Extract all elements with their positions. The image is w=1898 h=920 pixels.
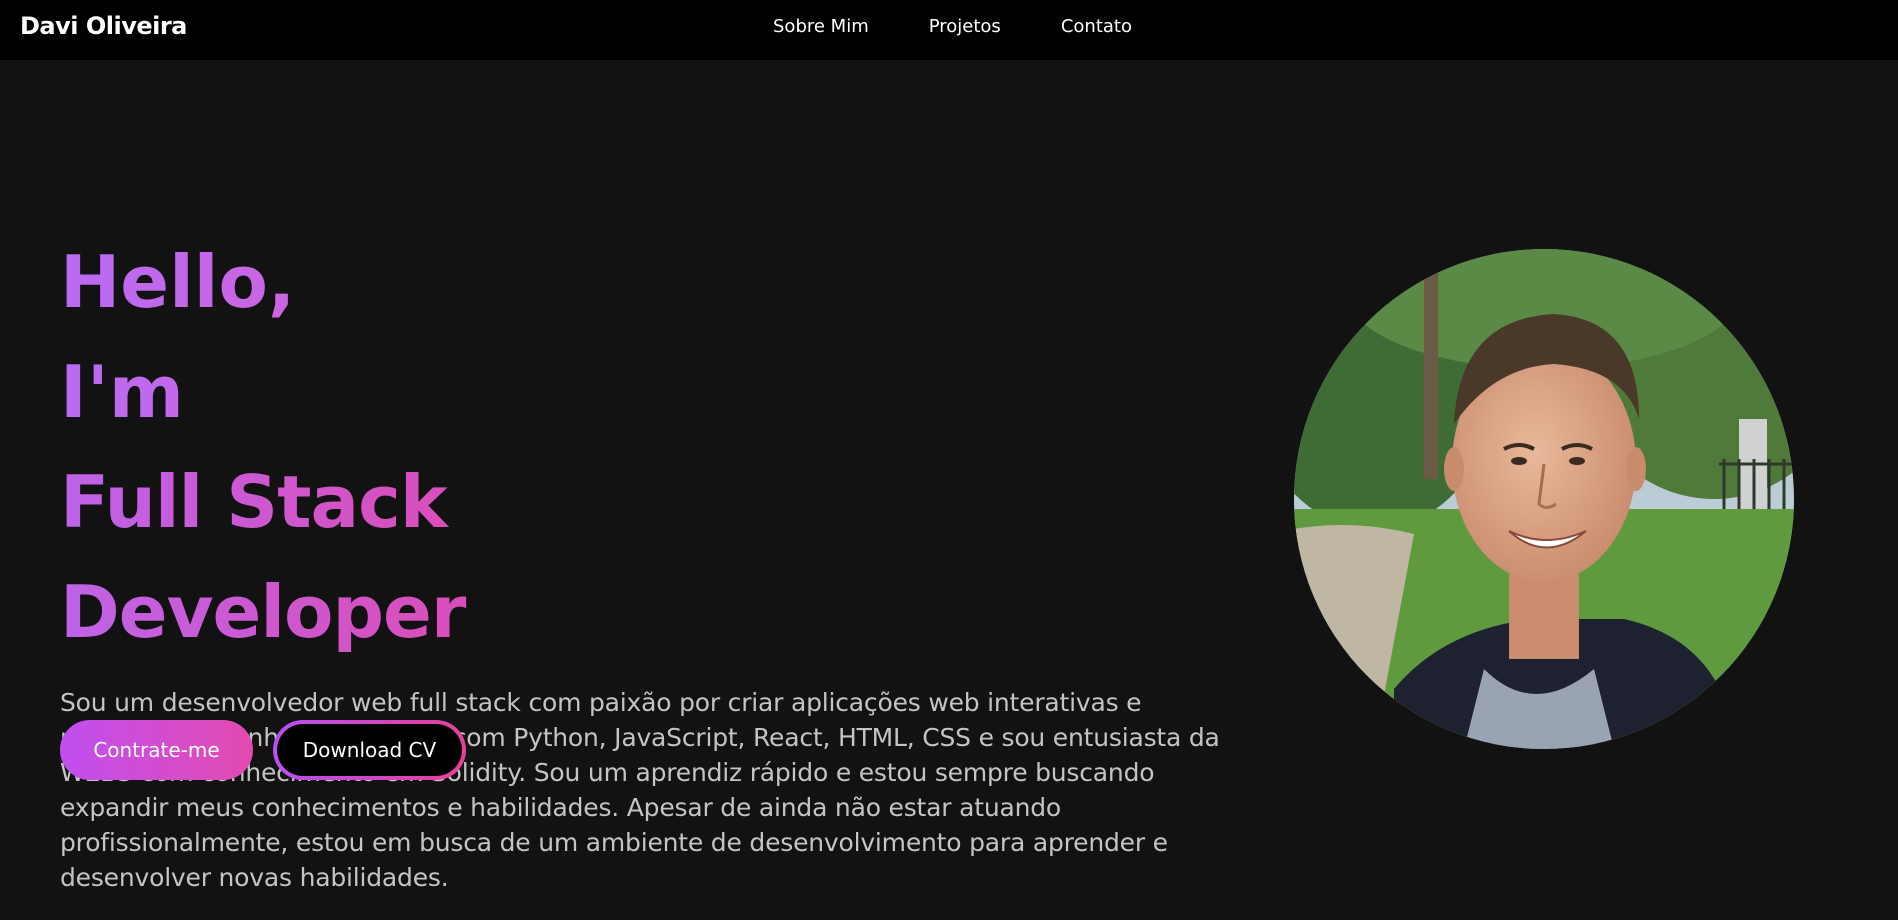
hero-greeting: Hello, I'm [60, 227, 420, 447]
profile-photo [1294, 249, 1794, 749]
hero-text: Hello, I'm Full Stack Developer Sou um d… [60, 227, 1250, 920]
hire-me-button[interactable]: Contrate-me [60, 720, 253, 780]
brand-logo[interactable]: Davi Oliveira [20, 12, 187, 40]
profile-photo-illustration [1294, 249, 1794, 749]
hero-bio: Sou um desenvolvedor web full stack com … [60, 688, 1220, 892]
nav-link-sobre-mim[interactable]: Sobre Mim [773, 16, 869, 37]
hero-buttons: Contrate-me Download CV [60, 720, 466, 780]
download-cv-label: Download CV [277, 724, 462, 776]
navbar: Davi Oliveira Sobre Mim Projetos Contato [0, 0, 1898, 60]
nav-link-projetos[interactable]: Projetos [929, 16, 1001, 37]
nav-links: Sobre Mim Projetos Contato [773, 16, 1192, 37]
nav-link-contato[interactable]: Contato [1061, 16, 1132, 37]
hero-role: Full Stack Developer [60, 447, 860, 667]
download-cv-button[interactable]: Download CV [273, 720, 466, 780]
